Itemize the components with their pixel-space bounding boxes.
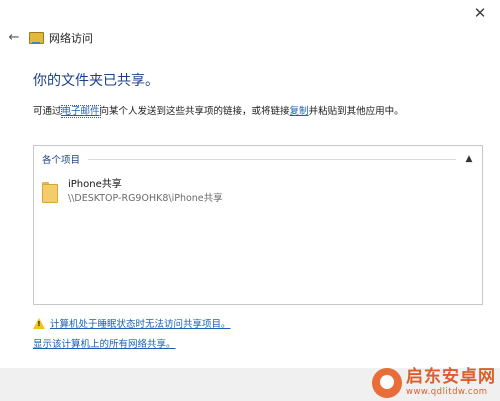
show-all-shares-link[interactable]: 显示该计算机上的所有网络共享。 [33, 336, 176, 350]
network-access-window: ✕ ← 网络访问 你的文件夹已共享。 可通过电子邮件向某个人发送到这些共享项的链… [0, 0, 500, 401]
group-label: 各个项目 [42, 155, 81, 166]
window-title: 网络访问 [49, 32, 93, 45]
shared-item-name: iPhone共享 [68, 179, 122, 190]
description-text-2: 向某个人发送到这些共享项的链接，或将链接 [99, 106, 290, 117]
close-icon: ✕ [473, 4, 487, 22]
shared-item[interactable]: iPhone共享 \\DESKTOP-RG9OHK8\iPhone共享 [42, 178, 223, 206]
sleep-warning-row: ! 计算机处于睡眠状态时无法访问共享项目。 [33, 316, 231, 330]
share-description: 可通过电子邮件向某个人发送到这些共享项的链接，或将链接复制并粘贴到其他应用中。 [33, 103, 404, 118]
watermark-title: 启东安卓网 [406, 367, 496, 388]
shared-items-panel: 各个项目 ▲ iPhone共享 \\DESKTOP-RG9OHK8\iPhone… [33, 145, 483, 305]
warning-icon: ! [33, 317, 45, 329]
network-folder-icon [28, 31, 44, 45]
folder-icon [42, 182, 58, 203]
close-button[interactable]: ✕ [466, 2, 494, 24]
title-bar: ← 网络访问 [0, 28, 93, 48]
watermark-url: www.qdlitdw.com [406, 387, 488, 398]
group-header[interactable]: 各个项目 ▲ [42, 152, 474, 166]
sleep-warning-link[interactable]: 计算机处于睡眠状态时无法访问共享项目。 [50, 316, 231, 330]
page-heading: 你的文件夹已共享。 [33, 73, 159, 89]
email-link[interactable]: 电子邮件 [60, 105, 101, 118]
back-button[interactable]: ← [6, 30, 22, 46]
back-arrow-icon: ← [8, 30, 20, 45]
description-text-3: 并粘贴到其他应用中。 [308, 106, 404, 117]
site-watermark: 启东安卓网 www.qdlitdw.com [372, 368, 496, 398]
shared-item-path: \\DESKTOP-RG9OHK8\iPhone共享 [68, 193, 223, 204]
chevron-up-icon[interactable]: ▲ [464, 154, 474, 164]
watermark-logo-icon [372, 368, 402, 398]
copy-link[interactable]: 复制 [290, 106, 309, 117]
description-text-1: 可通过 [33, 106, 62, 117]
group-divider [88, 158, 456, 160]
